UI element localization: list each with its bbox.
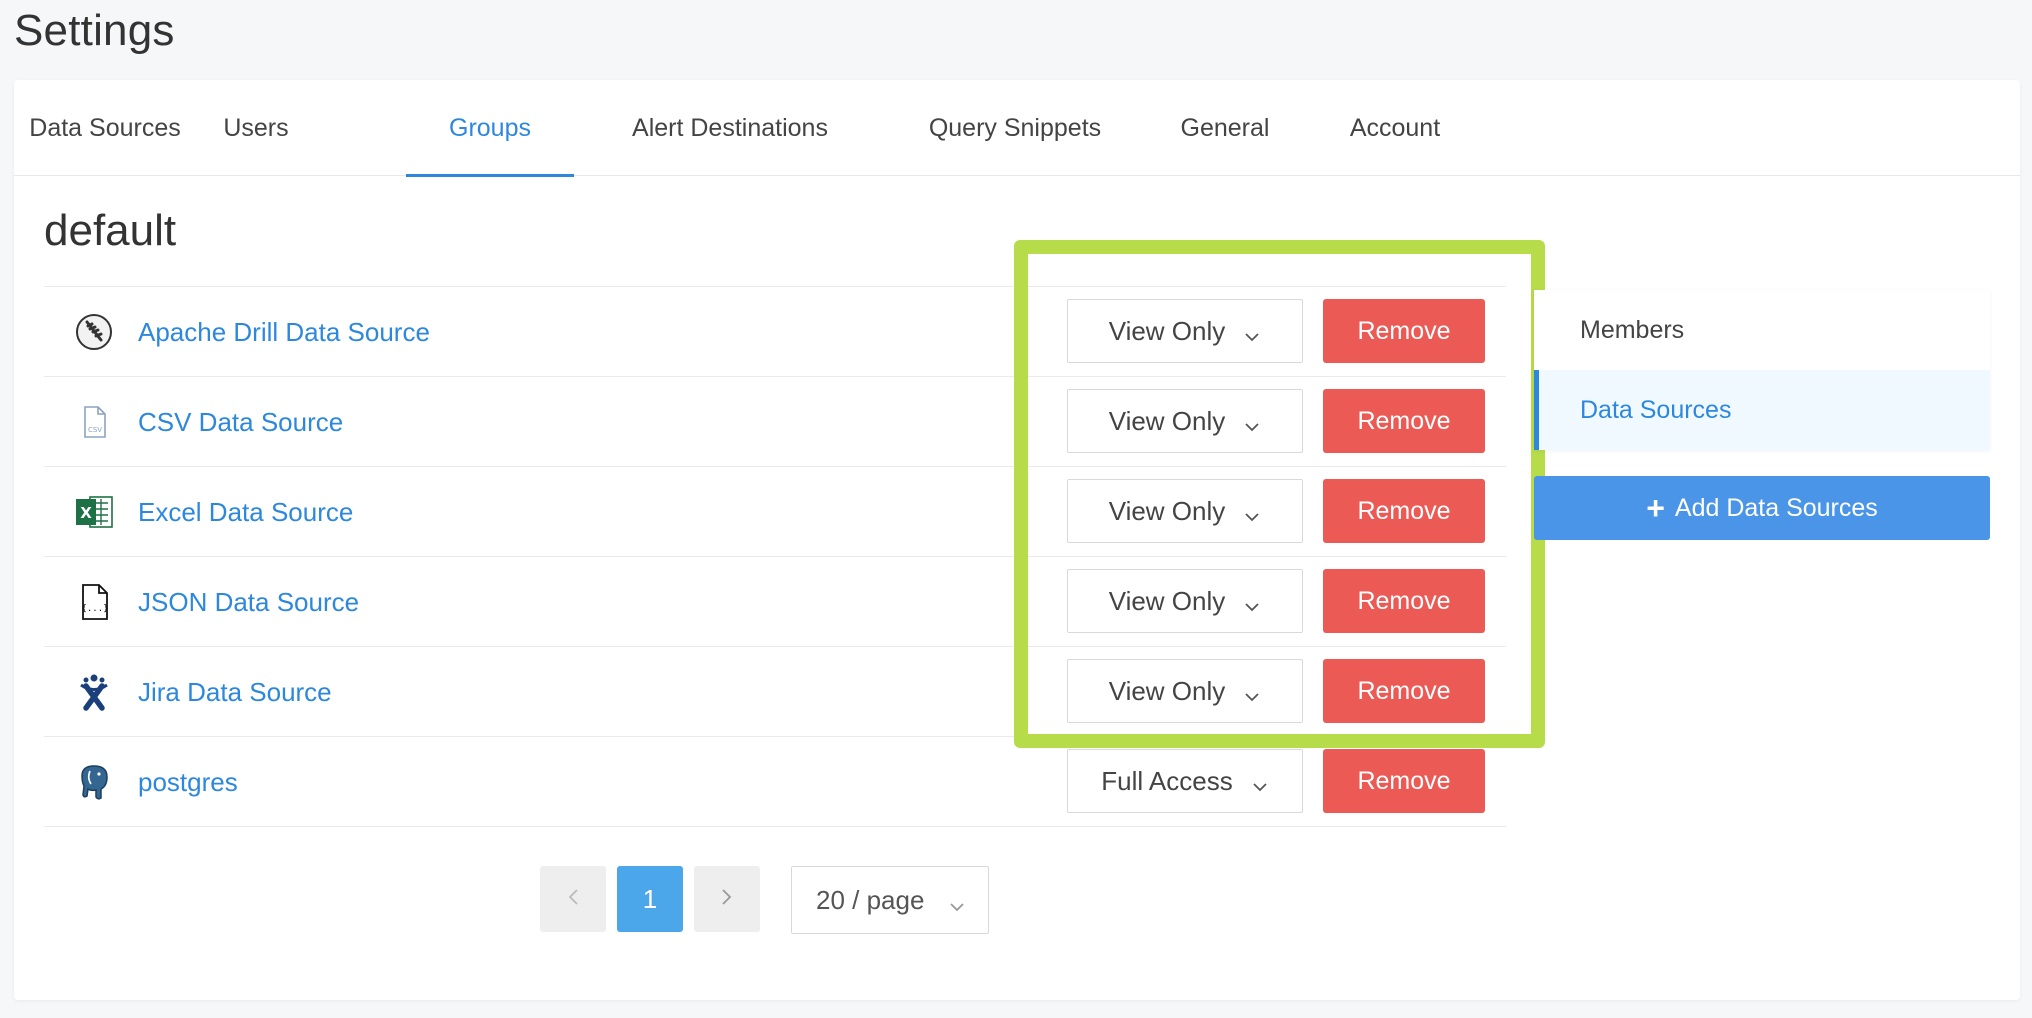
group-side-menu: Members Data Sources — [1534, 290, 1990, 450]
svg-text:{...}: {...} — [81, 604, 108, 614]
permission-select[interactable]: View Only — [1067, 389, 1303, 453]
permission-value: View Only — [1108, 495, 1226, 526]
pagination-prev-button[interactable] — [540, 866, 606, 932]
permission-value: View Only — [1108, 585, 1226, 616]
excel-icon: X — [74, 492, 114, 532]
chevron-down-icon — [1243, 502, 1261, 522]
chevron-down-icon — [1243, 412, 1261, 432]
data-source-link[interactable]: CSV Data Source — [138, 377, 343, 467]
permission-select[interactable]: View Only — [1067, 479, 1303, 543]
postgres-elephant-icon — [74, 762, 114, 802]
group-title: default — [44, 206, 177, 255]
remove-button[interactable]: Remove — [1323, 389, 1485, 453]
table-row: Jira Data Source View Only Remove — [44, 647, 1506, 737]
csv-file-icon: CSV — [74, 402, 114, 442]
json-file-icon: {...} — [74, 582, 114, 622]
page-title: Settings — [14, 6, 175, 55]
permission-value: Full Access — [1101, 765, 1233, 796]
tab-users[interactable]: Users — [196, 80, 316, 176]
side-menu-item-data-sources[interactable]: Data Sources — [1534, 370, 1990, 450]
data-source-link[interactable]: Jira Data Source — [138, 647, 332, 737]
remove-button[interactable]: Remove — [1323, 479, 1485, 543]
remove-button[interactable]: Remove — [1323, 749, 1485, 813]
tab-query-snippets[interactable]: Query Snippets — [886, 80, 1144, 176]
svg-text:X: X — [80, 504, 92, 522]
data-source-link[interactable]: Apache Drill Data Source — [138, 287, 430, 377]
table-row: {...} JSON Data Source View Only Remove — [44, 557, 1506, 647]
page-size-value: 20 / page — [816, 884, 925, 915]
settings-tabs: Data Sources Users Groups Alert Destinat… — [14, 80, 2020, 177]
permission-value: View Only — [1108, 315, 1226, 346]
pagination-next-button[interactable] — [694, 866, 760, 932]
tab-general[interactable]: General — [1144, 80, 1306, 176]
table-row: postgres Full Access Remove — [44, 737, 1506, 827]
tab-alert-destinations[interactable]: Alert Destinations — [574, 80, 886, 176]
chevron-down-icon — [1251, 772, 1269, 792]
remove-button[interactable]: Remove — [1323, 569, 1485, 633]
permission-value: View Only — [1108, 675, 1226, 706]
pagination-page-1[interactable]: 1 — [617, 866, 683, 932]
chevron-right-icon — [719, 884, 735, 915]
chevron-down-icon — [1243, 322, 1261, 342]
permission-select[interactable]: Full Access — [1067, 749, 1303, 813]
chevron-down-icon — [1243, 682, 1261, 702]
permission-select[interactable]: View Only — [1067, 569, 1303, 633]
permission-value: View Only — [1108, 405, 1226, 436]
table-row: Apache Drill Data Source View Only Remov… — [44, 287, 1506, 377]
tab-data-sources[interactable]: Data Sources — [14, 80, 196, 176]
data-source-link[interactable]: JSON Data Source — [138, 557, 359, 647]
data-sources-table: Apache Drill Data Source View Only Remov… — [44, 286, 1506, 827]
apache-drill-icon — [74, 312, 114, 352]
chevron-left-icon — [565, 884, 581, 915]
table-row: X Excel Data Source View Only Remove — [44, 467, 1506, 557]
settings-card: Data Sources Users Groups Alert Destinat… — [14, 80, 2020, 1000]
data-source-link[interactable]: Excel Data Source — [138, 467, 353, 557]
plus-icon: + — [1646, 490, 1665, 526]
chevron-down-icon — [1243, 592, 1261, 612]
add-data-sources-label: Add Data Sources — [1674, 493, 1878, 522]
jira-icon — [74, 672, 114, 712]
chevron-down-icon — [948, 892, 966, 912]
data-source-link[interactable]: postgres — [138, 737, 238, 827]
permission-select[interactable]: View Only — [1067, 299, 1303, 363]
remove-button[interactable]: Remove — [1323, 299, 1485, 363]
permission-select[interactable]: View Only — [1067, 659, 1303, 723]
tab-groups[interactable]: Groups — [406, 80, 574, 177]
side-menu-item-members[interactable]: Members — [1534, 290, 1990, 370]
tab-account[interactable]: Account — [1306, 80, 1484, 176]
add-data-sources-button[interactable]: + Add Data Sources — [1534, 476, 1990, 540]
table-row: CSV CSV Data Source View Only Remove — [44, 377, 1506, 467]
remove-button[interactable]: Remove — [1323, 659, 1485, 723]
page-size-select[interactable]: 20 / page — [791, 866, 989, 934]
svg-text:CSV: CSV — [88, 426, 102, 434]
